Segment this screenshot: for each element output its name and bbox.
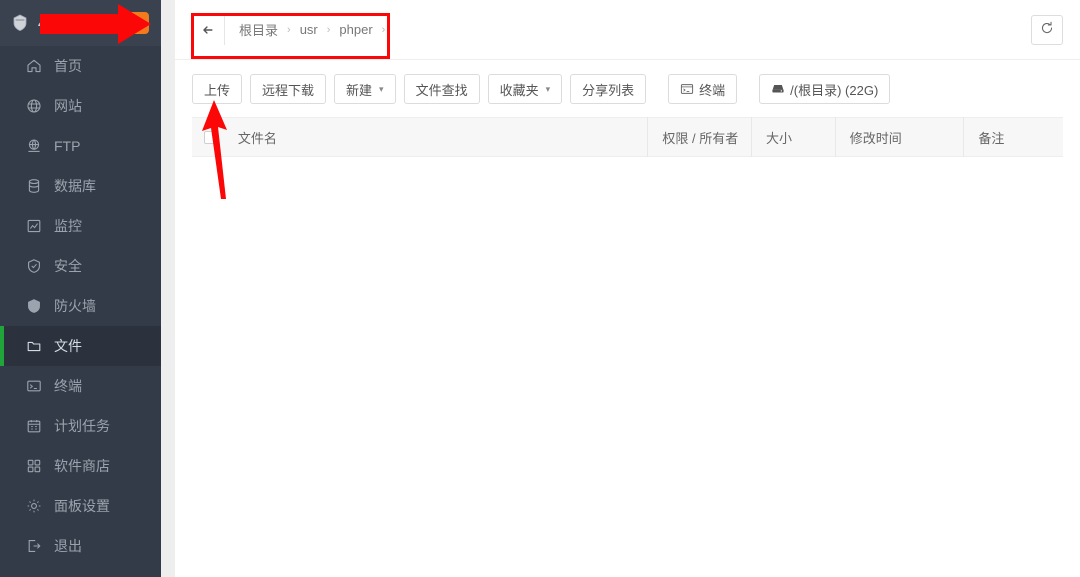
column-header-note[interactable]: 备注 — [963, 117, 1063, 157]
chevron-right-icon: › — [287, 23, 291, 36]
column-header-filename[interactable]: 文件名 — [224, 117, 647, 157]
new-button[interactable]: 新建 ▾ — [334, 74, 396, 104]
sidebar-item-label: 退出 — [54, 538, 82, 554]
sidebar-item-cron[interactable]: 计划任务 — [0, 406, 161, 446]
new-button-label: 新建 — [346, 82, 373, 98]
terminal-icon — [26, 378, 42, 394]
app-root: 43.1 0 首页 网站 FTP 数据库 监控 安全 防火墙 文件 终端 计划任… — [0, 0, 1080, 577]
sidebar-item-panel-settings[interactable]: 面板设置 — [0, 486, 161, 526]
monitor-icon — [26, 218, 42, 234]
arrow-left-icon[interactable] — [192, 14, 225, 45]
sidebar-item-home[interactable]: 首页 — [0, 46, 161, 86]
favorites-label: 收藏夹 — [499, 82, 539, 98]
sidebar-item-label: 监控 — [54, 218, 82, 234]
sidebar-item-label: 面板设置 — [54, 498, 110, 514]
sidebar-item-label: 文件 — [54, 338, 82, 354]
sidebar-item-label: 安全 — [54, 258, 82, 274]
sidebar-item-label: 终端 — [54, 378, 82, 394]
select-all-cell — [192, 117, 224, 157]
sidebar-item-label: 防火墙 — [54, 298, 96, 314]
terminal-button-label: 终端 — [699, 82, 726, 98]
sidebar-item-security[interactable]: 安全 — [0, 246, 161, 286]
sidebar-item-label: 数据库 — [54, 178, 96, 194]
chevron-right-icon: › — [326, 23, 331, 36]
shield-check-icon — [26, 258, 42, 274]
disk-usage-button[interactable]: /(根目录) (22G) — [759, 74, 891, 104]
sidebar-item-firewall[interactable]: 防火墙 — [0, 286, 161, 326]
gear-icon — [26, 498, 42, 514]
file-search-button[interactable]: 文件查找 — [403, 74, 480, 104]
sidebar-item-appstore[interactable]: 软件商店 — [0, 446, 161, 486]
chevron-down-icon: ▾ — [379, 83, 384, 94]
sidebar-item-terminal[interactable]: 终端 — [0, 366, 161, 406]
sidebar-item-label: 首页 — [54, 58, 82, 74]
breadcrumb-segment-root[interactable]: 根目录 — [239, 20, 278, 39]
breadcrumb-segment-phper[interactable]: phper — [339, 22, 372, 37]
database-icon — [26, 178, 42, 194]
sidebar-header: 43.1 0 — [0, 0, 161, 46]
home-icon — [26, 58, 42, 74]
remote-download-label: 远程下载 — [262, 82, 315, 98]
column-header-permissions-owner[interactable]: 权限 / 所有者 — [647, 117, 751, 157]
share-list-button[interactable]: 分享列表 — [570, 74, 647, 104]
folder-icon — [26, 338, 42, 354]
chevron-right-icon: › — [381, 23, 386, 36]
sidebar-item-website[interactable]: 网站 — [0, 86, 161, 126]
firewall-icon — [26, 298, 42, 314]
shield-icon — [10, 13, 30, 33]
file-search-label: 文件查找 — [415, 82, 468, 98]
file-table-header: 文件名 权限 / 所有者 大小 修改时间 备注 — [192, 117, 1063, 157]
sidebar-item-logout[interactable]: 退出 — [0, 526, 161, 566]
calendar-icon — [26, 418, 42, 434]
sidebar-item-label: FTP — [54, 138, 81, 154]
favorites-button[interactable]: 收藏夹 ▾ — [487, 74, 563, 104]
terminal-button[interactable]: 终端 — [668, 74, 738, 104]
breadcrumb-path: 根目录 › usr › phper › — [225, 20, 385, 39]
disk-icon — [771, 82, 785, 96]
disk-usage-label: /(根目录) (22G) — [790, 82, 879, 98]
file-toolbar: 上传 远程下载 新建 ▾ 文件查找 收藏夹 ▾ 分享列表 终端 /(根目录) (… — [175, 60, 1080, 117]
sidebar-item-label: 软件商店 — [54, 458, 110, 474]
file-table-body — [192, 157, 1063, 357]
logout-icon — [26, 538, 42, 554]
remote-download-button[interactable]: 远程下载 — [250, 74, 327, 104]
sidebar-item-label: 网站 — [54, 98, 82, 114]
column-header-modified-time[interactable]: 修改时间 — [834, 117, 964, 157]
notification-badge[interactable]: 0 — [127, 12, 149, 34]
sidebar-item-label: 计划任务 — [54, 418, 110, 434]
refresh-icon — [1040, 21, 1054, 38]
breadcrumb-row: 根目录 › usr › phper › — [175, 0, 1080, 60]
panel-title: 43.1 — [38, 15, 67, 31]
breadcrumb: 根目录 › usr › phper › — [192, 14, 1021, 45]
breadcrumb-segment-usr[interactable]: usr — [300, 22, 318, 37]
sidebar-item-database[interactable]: 数据库 — [0, 166, 161, 206]
share-list-label: 分享列表 — [582, 82, 635, 98]
column-header-size[interactable]: 大小 — [751, 117, 835, 157]
file-manager-panel: 根目录 › usr › phper › 上传 远程下载 新建 ▾ 文件查找 收藏… — [175, 0, 1080, 577]
grid-icon — [26, 458, 42, 474]
sidebar-item-ftp[interactable]: FTP — [0, 126, 161, 166]
sidebar-nav: 首页 网站 FTP 数据库 监控 安全 防火墙 文件 终端 计划任务 软件商店 … — [0, 46, 161, 566]
terminal-icon — [680, 82, 694, 96]
select-all-checkbox[interactable] — [204, 130, 217, 144]
refresh-button[interactable] — [1031, 14, 1063, 45]
upload-button-label: 上传 — [204, 82, 231, 98]
upload-button[interactable]: 上传 — [192, 74, 243, 104]
ftp-icon — [26, 138, 42, 154]
globe-icon — [26, 98, 42, 114]
chevron-down-icon: ▾ — [545, 83, 551, 94]
sidebar: 43.1 0 首页 网站 FTP 数据库 监控 安全 防火墙 文件 终端 计划任… — [0, 0, 161, 577]
sidebar-item-files[interactable]: 文件 — [0, 326, 161, 366]
sidebar-item-monitor[interactable]: 监控 — [0, 206, 161, 246]
